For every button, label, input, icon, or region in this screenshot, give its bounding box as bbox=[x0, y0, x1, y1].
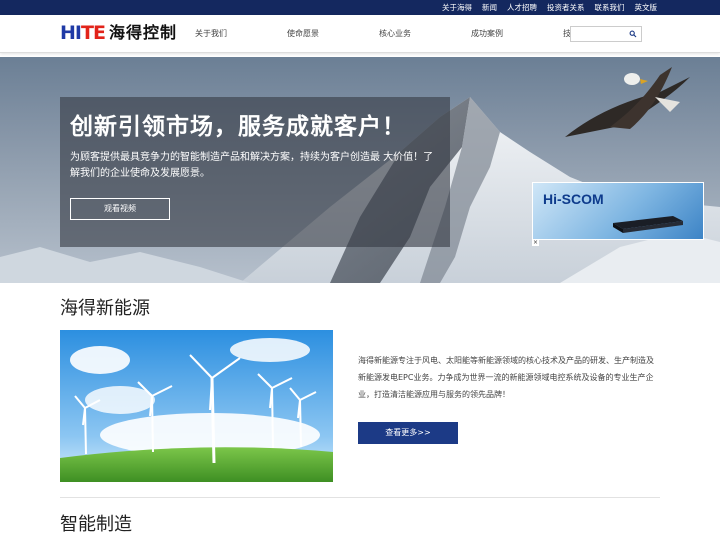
watch-video-button[interactable]: 观看视频 bbox=[70, 198, 170, 220]
top-link-investors[interactable]: 投资者关系 bbox=[547, 0, 585, 15]
top-link-news[interactable]: 新闻 bbox=[482, 0, 497, 15]
hero-description: 为顾客提供最具竞争力的智能制造产品和解决方案，持续为客户创造最 大价值！了解我们… bbox=[70, 152, 434, 179]
nav-item-about-us[interactable]: 关于我们 bbox=[195, 15, 227, 53]
search-icon[interactable] bbox=[629, 30, 637, 38]
hero-title: 创新引领市场，服务成就客户！ bbox=[70, 114, 406, 140]
ad-switch-image bbox=[613, 216, 683, 233]
close-icon[interactable]: × bbox=[532, 239, 539, 246]
logo-mark: HI TE bbox=[60, 22, 106, 44]
logo[interactable]: HI TE 海得控制 bbox=[60, 23, 177, 43]
top-link-contact[interactable]: 联系我们 bbox=[595, 0, 625, 15]
logo-mark-hi: HI bbox=[60, 22, 82, 44]
hero-overlay-box: 创新引领市场，服务成就客户！ 为顾客提供最具竞争力的智能制造产品和解决方案，持续… bbox=[60, 97, 450, 247]
logo-mark-te: TE bbox=[80, 22, 106, 44]
nav-item-core-business[interactable]: 核心业务 bbox=[379, 15, 411, 53]
logo-text: 海得控制 bbox=[108, 23, 177, 42]
view-more-button[interactable]: 查看更多>> bbox=[358, 422, 458, 444]
manufacturing-section-title: 智能制造 bbox=[60, 514, 132, 535]
eagle bbox=[565, 67, 690, 137]
search-input[interactable] bbox=[571, 27, 629, 41]
top-link-english[interactable]: 英文版 bbox=[635, 0, 658, 15]
energy-description: 海得新能源专注于风电、太阳能等新能源领域的核心技术及产品的研发、生产制造及新能源… bbox=[358, 356, 654, 399]
energy-section-title: 海得新能源 bbox=[60, 298, 150, 319]
top-link-careers[interactable]: 人才招聘 bbox=[507, 0, 537, 15]
top-links: 关于海得 新闻 人才招聘 投资者关系 联系我们 英文版 bbox=[442, 0, 657, 15]
top-utility-bar: 关于海得 新闻 人才招聘 投资者关系 联系我们 英文版 bbox=[0, 0, 720, 15]
nav-item-mission[interactable]: 使命愿景 bbox=[287, 15, 319, 53]
wind-turbine-image bbox=[60, 330, 333, 482]
hero-banner: 创新引领市场，服务成就客户！ 为顾客提供最具竞争力的智能制造产品和解决方案，持续… bbox=[0, 57, 720, 283]
hiscom-ad-banner[interactable]: Hi-SCOM bbox=[532, 182, 704, 240]
main-header: HITE 海得控制 关于我们 使命愿景 核心业务 成功案例 技术创新 bbox=[0, 15, 720, 53]
search-box bbox=[570, 26, 642, 42]
top-link-about[interactable]: 关于海得 bbox=[442, 0, 472, 15]
section-divider bbox=[60, 497, 660, 498]
nav-item-cases[interactable]: 成功案例 bbox=[471, 15, 503, 53]
